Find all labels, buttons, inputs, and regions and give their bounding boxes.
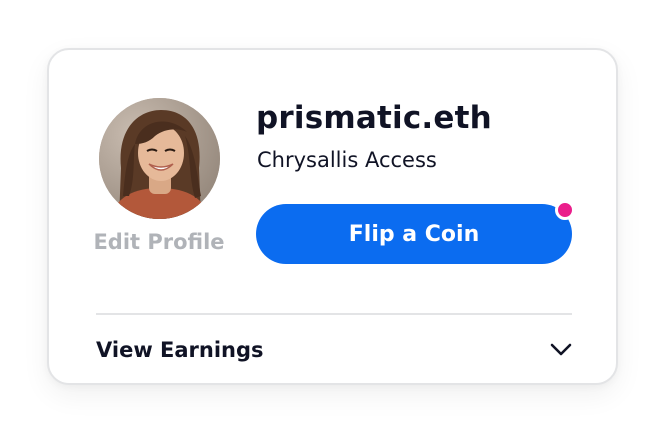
access-tier: Chrysallis Access <box>257 148 437 172</box>
avatar[interactable] <box>99 98 220 219</box>
edit-profile-link[interactable]: Edit Profile <box>79 230 239 254</box>
notification-dot <box>555 200 575 220</box>
view-earnings-toggle[interactable]: View Earnings <box>96 335 572 365</box>
avatar-photo <box>99 98 220 219</box>
profile-card: Edit Profile prismatic.eth Chrysallis Ac… <box>47 48 618 385</box>
flip-coin-button[interactable]: Flip a Coin <box>256 204 572 264</box>
divider <box>96 313 572 315</box>
view-earnings-label: View Earnings <box>96 338 264 362</box>
chevron-down-icon[interactable] <box>550 343 572 357</box>
username: prismatic.eth <box>256 100 492 136</box>
